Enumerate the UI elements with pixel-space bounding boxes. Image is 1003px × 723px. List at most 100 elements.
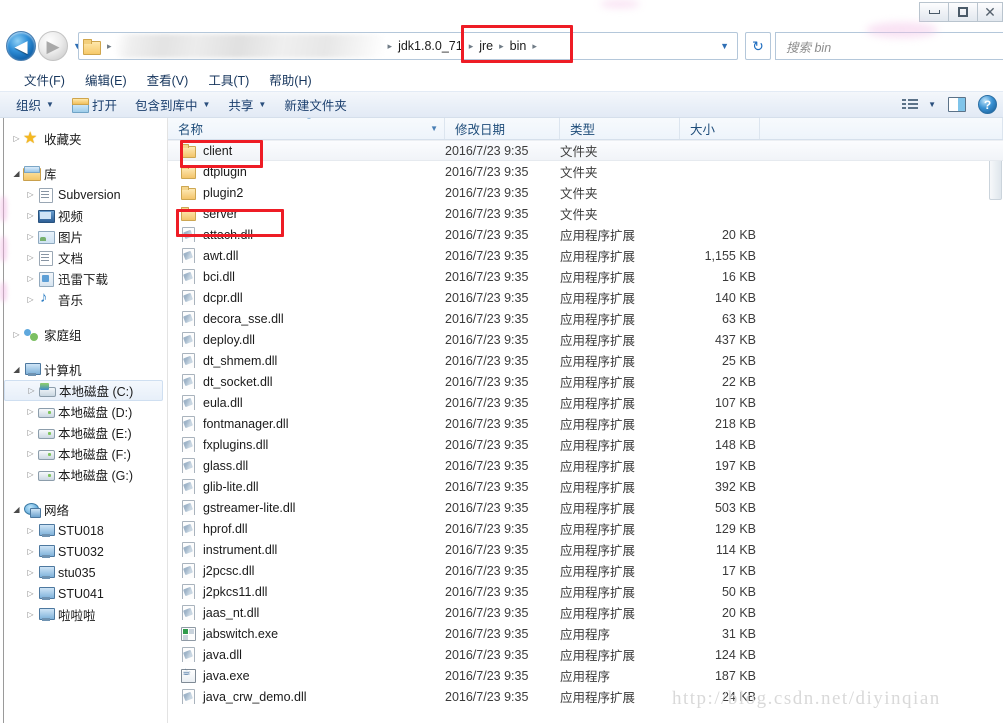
breadcrumb-jre[interactable]: jre xyxy=(477,39,495,53)
table-row[interactable]: server 2016/7/23 9:35 文件夹 xyxy=(168,203,1003,224)
sidebar-item-[interactable]: ◢ 网络 xyxy=(0,499,167,520)
sidebar-item-[interactable]: ▷ 图片 xyxy=(0,226,167,247)
sidebar-item-[interactable]: ▷ 家庭组 xyxy=(0,324,167,345)
table-row[interactable]: jabswitch.exe 2016/7/23 9:35 应用程序 31 KB xyxy=(168,623,1003,644)
sidebar-item-g[interactable]: ▷ 本地磁盘 (G:) xyxy=(0,464,167,485)
sidebar-item-[interactable]: ▷ 视频 xyxy=(0,205,167,226)
back-button[interactable]: ◀ xyxy=(6,31,36,61)
sidebar-item-[interactable]: ◢ 计算机 xyxy=(0,359,167,380)
table-row[interactable]: eula.dll 2016/7/23 9:35 应用程序扩展 107 KB xyxy=(168,392,1003,413)
breadcrumb-bin[interactable]: bin xyxy=(508,39,529,53)
table-row[interactable]: dtplugin 2016/7/23 9:35 文件夹 xyxy=(168,161,1003,182)
restore-button[interactable] xyxy=(948,2,978,22)
close-button[interactable]: ✕ xyxy=(977,2,1003,22)
collapsed-twisty-icon[interactable]: ▷ xyxy=(10,330,23,339)
address-bar[interactable]: ▸ ▸ jdk1.8.0_71 ▸ jre ▸ bin ▸ ▼ xyxy=(78,32,738,60)
forward-button[interactable]: ▶ xyxy=(38,31,68,61)
collapsed-twisty-icon[interactable]: ▷ xyxy=(24,211,37,220)
menu-edit[interactable]: 编辑(E) xyxy=(75,68,137,91)
table-row[interactable]: bci.dll 2016/7/23 9:35 应用程序扩展 16 KB xyxy=(168,266,1003,287)
column-header-3[interactable]: 大小 xyxy=(680,118,760,139)
sidebar-item-stu041[interactable]: ▷ STU041 xyxy=(0,583,167,604)
column-sort-dropdown-icon[interactable]: ▼ xyxy=(430,124,438,133)
preview-pane-icon[interactable] xyxy=(948,97,966,112)
sidebar-item-[interactable]: ▷ 文档 xyxy=(0,247,167,268)
collapsed-twisty-icon[interactable]: ▷ xyxy=(24,610,37,619)
change-view-icon[interactable] xyxy=(902,97,919,112)
collapsed-twisty-icon[interactable]: ▷ xyxy=(24,526,37,535)
table-row[interactable]: client 2016/7/23 9:35 文件夹 xyxy=(168,140,1003,161)
table-row[interactable]: hprof.dll 2016/7/23 9:35 应用程序扩展 129 KB xyxy=(168,518,1003,539)
table-row[interactable]: j2pcsc.dll 2016/7/23 9:35 应用程序扩展 17 KB xyxy=(168,560,1003,581)
breadcrumb-jdk[interactable]: jdk1.8.0_71 xyxy=(396,39,465,53)
collapsed-twisty-icon[interactable]: ▷ xyxy=(24,547,37,556)
collapsed-twisty-icon[interactable]: ▷ xyxy=(24,407,37,416)
collapsed-twisty-icon[interactable]: ▷ xyxy=(24,253,37,262)
column-header-1[interactable]: 修改日期 xyxy=(445,118,560,139)
column-header-2[interactable]: 类型 xyxy=(560,118,680,139)
collapsed-twisty-icon[interactable]: ▷ xyxy=(10,134,23,143)
share-button[interactable]: 共享 ▼ xyxy=(228,95,266,114)
table-row[interactable]: gstreamer-lite.dll 2016/7/23 9:35 应用程序扩展 50… xyxy=(168,497,1003,518)
table-row[interactable]: glass.dll 2016/7/23 9:35 应用程序扩展 197 KB xyxy=(168,455,1003,476)
table-row[interactable]: fontmanager.dll 2016/7/23 9:35 应用程序扩展 218 K… xyxy=(168,413,1003,434)
menu-help[interactable]: 帮助(H) xyxy=(259,68,321,91)
sidebar-item-d[interactable]: ▷ 本地磁盘 (D:) xyxy=(0,401,167,422)
collapsed-twisty-icon[interactable]: ▷ xyxy=(24,470,37,479)
table-row[interactable]: jaas_nt.dll 2016/7/23 9:35 应用程序扩展 20 KB xyxy=(168,602,1003,623)
table-row[interactable]: glib-lite.dll 2016/7/23 9:35 应用程序扩展 392 KB xyxy=(168,476,1003,497)
file-name-label: instrument.dll xyxy=(203,542,278,557)
table-row[interactable]: instrument.dll 2016/7/23 9:35 应用程序扩展 114 KB xyxy=(168,539,1003,560)
new-folder-button[interactable]: 新建文件夹 xyxy=(284,95,347,114)
sidebar-item-[interactable]: ▷ 啦啦啦 xyxy=(0,604,167,625)
open-button[interactable]: 打开 xyxy=(71,95,117,114)
sidebar-item-c[interactable]: ▷ 本地磁盘 (C:) xyxy=(4,380,163,401)
refresh-button[interactable]: ↻ xyxy=(745,32,771,60)
table-row[interactable]: java.exe 2016/7/23 9:35 应用程序 187 KB xyxy=(168,665,1003,686)
help-icon[interactable]: ? xyxy=(978,95,997,114)
sidebar-item-[interactable]: ◢ 库 xyxy=(0,163,167,184)
include-in-library-button[interactable]: 包含到库中 ▼ xyxy=(135,95,210,114)
sidebar-item-subversion[interactable]: ▷ Subversion xyxy=(0,184,167,205)
column-header-0[interactable]: 名称 ▼ xyxy=(168,118,445,139)
sidebar-item-e[interactable]: ▷ 本地磁盘 (E:) xyxy=(0,422,167,443)
sidebar-item-[interactable]: ▷ 音乐 xyxy=(0,289,167,310)
sidebar-item-stu032[interactable]: ▷ STU032 xyxy=(0,541,167,562)
collapsed-twisty-icon[interactable]: ▷ xyxy=(25,386,38,395)
sidebar-item-f[interactable]: ▷ 本地磁盘 (F:) xyxy=(0,443,167,464)
sidebar-item-stu035[interactable]: ▷ stu035 xyxy=(0,562,167,583)
menu-file[interactable]: 文件(F) xyxy=(14,68,75,91)
collapsed-twisty-icon[interactable]: ▷ xyxy=(24,568,37,577)
table-row[interactable]: java.dll 2016/7/23 9:35 应用程序扩展 124 KB xyxy=(168,644,1003,665)
table-row[interactable]: awt.dll 2016/7/23 9:35 应用程序扩展 1,155 KB xyxy=(168,245,1003,266)
sidebar-item-[interactable]: ▷ 迅雷下载 xyxy=(0,268,167,289)
collapsed-twisty-icon[interactable]: ▷ xyxy=(24,190,37,199)
menu-view[interactable]: 查看(V) xyxy=(137,68,199,91)
collapsed-twisty-icon[interactable]: ▷ xyxy=(24,232,37,241)
expanded-twisty-icon[interactable]: ◢ xyxy=(10,365,23,374)
menu-tools[interactable]: 工具(T) xyxy=(198,68,259,91)
sidebar-item-[interactable]: ▷ 收藏夹 xyxy=(0,128,167,149)
table-row[interactable]: j2pkcs11.dll 2016/7/23 9:35 应用程序扩展 50 KB xyxy=(168,581,1003,602)
collapsed-twisty-icon[interactable]: ▷ xyxy=(24,274,37,283)
minimize-button[interactable] xyxy=(919,2,949,22)
table-row[interactable]: deploy.dll 2016/7/23 9:35 应用程序扩展 437 KB xyxy=(168,329,1003,350)
table-row[interactable]: attach.dll 2016/7/23 9:35 应用程序扩展 20 KB xyxy=(168,224,1003,245)
collapsed-twisty-icon[interactable]: ▷ xyxy=(24,449,37,458)
table-row[interactable]: plugin2 2016/7/23 9:35 文件夹 xyxy=(168,182,1003,203)
table-row[interactable]: decora_sse.dll 2016/7/23 9:35 应用程序扩展 63 KB xyxy=(168,308,1003,329)
address-dropdown-icon[interactable]: ▼ xyxy=(712,41,737,51)
collapsed-twisty-icon[interactable]: ▷ xyxy=(24,428,37,437)
table-row[interactable]: fxplugins.dll 2016/7/23 9:35 应用程序扩展 148 KB xyxy=(168,434,1003,455)
view-dropdown-icon[interactable]: ▼ xyxy=(928,100,936,109)
organize-button[interactable]: 组织 ▼ xyxy=(16,95,54,114)
expanded-twisty-icon[interactable]: ◢ xyxy=(10,169,23,178)
expanded-twisty-icon[interactable]: ◢ xyxy=(10,505,23,514)
collapsed-twisty-icon[interactable]: ▷ xyxy=(24,295,37,304)
table-row[interactable]: dcpr.dll 2016/7/23 9:35 应用程序扩展 140 KB xyxy=(168,287,1003,308)
file-name-label: j2pkcs11.dll xyxy=(203,584,268,599)
table-row[interactable]: dt_shmem.dll 2016/7/23 9:35 应用程序扩展 25 KB xyxy=(168,350,1003,371)
collapsed-twisty-icon[interactable]: ▷ xyxy=(24,589,37,598)
sidebar-item-stu018[interactable]: ▷ STU018 xyxy=(0,520,167,541)
table-row[interactable]: dt_socket.dll 2016/7/23 9:35 应用程序扩展 22 KB xyxy=(168,371,1003,392)
